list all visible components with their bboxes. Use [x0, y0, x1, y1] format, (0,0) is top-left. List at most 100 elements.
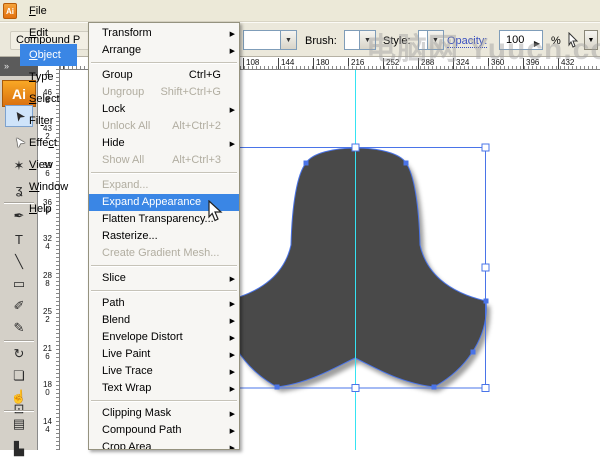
select-similar-cursor-icon	[566, 32, 580, 48]
menu-item-transform[interactable]: Transform▶	[89, 25, 239, 42]
menu-item-label: Unlock All	[102, 120, 150, 132]
menubar-item-view[interactable]: View	[20, 154, 77, 176]
hruler-number: 108	[243, 58, 259, 69]
menubar-item-effect[interactable]: Effect	[20, 132, 77, 154]
menubar-item-select[interactable]: Select	[20, 88, 77, 110]
submenu-arrow-icon: ▶	[230, 364, 235, 381]
dropdown-arrow-icon[interactable]: ▼	[280, 31, 296, 49]
graph-tool[interactable]: ▙	[5, 438, 33, 460]
menu-item-label: Group	[102, 69, 133, 81]
menubar-item-help[interactable]: Help	[20, 198, 77, 220]
menu-item-shortcut: Alt+Ctrl+2	[172, 118, 221, 135]
menu-item-label: Create Gradient Mesh...	[102, 247, 219, 259]
appearance-dropdown[interactable]: ▼	[243, 30, 297, 50]
menu-separator	[91, 265, 237, 266]
vruler-number: 288	[43, 272, 52, 288]
menubar-item-type[interactable]: Type	[20, 66, 77, 88]
submenu-arrow-icon: ▶	[230, 271, 235, 288]
menubar-item-edit[interactable]: Edit	[20, 22, 77, 44]
style-dropdown[interactable]: ▼	[418, 30, 444, 50]
menu-separator	[91, 62, 237, 63]
submenu-arrow-icon: ▶	[230, 102, 235, 119]
menubar-item-window[interactable]: Window	[20, 176, 77, 198]
vruler-number: 180	[43, 381, 52, 397]
menu-item-lock[interactable]: Lock▶	[89, 101, 239, 118]
menu-item-live-paint[interactable]: Live Paint ▶	[89, 346, 239, 363]
menu-item-blend[interactable]: Blend▶	[89, 312, 239, 329]
menubar-item-filter[interactable]: Filter	[20, 110, 77, 132]
menu-separator	[91, 172, 237, 173]
menu-item-label: Expand Appearance	[102, 196, 201, 208]
submenu-arrow-icon: ▶	[230, 296, 235, 313]
toolbar-separator	[4, 340, 34, 341]
vruler-number: 216	[43, 345, 52, 361]
menu-item-path[interactable]: Path ▶	[89, 295, 239, 312]
menu-item-label: Slice	[102, 272, 126, 284]
menu-item-label: Live Paint	[102, 348, 150, 360]
type-tool[interactable]: T	[5, 228, 33, 250]
rectangle-tool[interactable]: ▭	[5, 273, 33, 295]
menu-item-create-gradient-mesh: Create Gradient Mesh...	[89, 245, 239, 262]
menu-item-envelope-distort[interactable]: Envelope Distort ▶	[89, 329, 239, 346]
scale-tool[interactable]: ❏	[5, 365, 33, 387]
menu-separator	[91, 400, 237, 401]
brush-label: Brush:	[305, 35, 337, 47]
vruler-number: 144	[43, 418, 52, 434]
toolbar-separator	[4, 410, 34, 411]
select-similar-button[interactable]	[563, 30, 583, 50]
menu-item-label: Expand...	[102, 179, 148, 191]
hruler-number: 432	[558, 58, 574, 69]
mouse-cursor	[207, 200, 224, 225]
symbol-sprayer-tool[interactable]: ▤	[5, 413, 33, 435]
menu-item-crop-area[interactable]: Crop Area▶	[89, 439, 239, 450]
opacity-link[interactable]: Opacity:	[447, 35, 487, 48]
paintbrush-tool[interactable]: ✐	[5, 295, 33, 317]
menu-item-arrange[interactable]: Arrange▶	[89, 42, 239, 59]
submenu-arrow-icon: ▶	[230, 136, 235, 153]
brush-dropdown[interactable]: ▼	[344, 30, 376, 50]
menu-item-shortcut: Alt+Ctrl+3	[172, 152, 221, 169]
menu-item-hide[interactable]: Hide▶	[89, 135, 239, 152]
submenu-arrow-icon: ▶	[230, 381, 235, 398]
menu-item-compound-path[interactable]: Compound Path▶	[89, 422, 239, 439]
menu-item-rasterize[interactable]: Rasterize...	[89, 228, 239, 245]
dropdown-arrow-icon[interactable]: ▼	[427, 31, 443, 49]
menubar-item-file[interactable]: File	[20, 0, 77, 22]
menu-item-clipping-mask[interactable]: Clipping Mask▶	[89, 405, 239, 422]
symbol-sprayer-tool-icon: ▤	[13, 416, 25, 432]
menu-item-label: Envelope Distort	[102, 331, 183, 343]
rotate-tool[interactable]: ↻	[5, 343, 33, 365]
menu-item-slice[interactable]: Slice ▶	[89, 270, 239, 287]
vruler-number: 324	[43, 235, 52, 251]
percent-label: %	[551, 35, 561, 47]
menu-item-label: Text Wrap	[102, 382, 151, 394]
menu-item-label: Show All	[102, 154, 144, 166]
menu-item-label: Compound Path	[102, 424, 182, 436]
select-similar-dropdown[interactable]: ▼	[584, 30, 598, 50]
appearance-dropdown-field	[244, 31, 280, 49]
menu-item-ungroup: UngroupShift+Ctrl+G	[89, 84, 239, 101]
opacity-spinner-icon[interactable]: ▶	[534, 35, 540, 53]
menubar-item-object[interactable]: Object	[20, 44, 77, 66]
object-menu-dropdown: Transform▶Arrange▶ GroupCtrl+GUngroupShif…	[88, 22, 240, 450]
submenu-arrow-icon: ▶	[230, 347, 235, 364]
menu-item-live-trace[interactable]: Live Trace▶	[89, 363, 239, 380]
dropdown-arrow-icon[interactable]: ▼	[359, 31, 375, 49]
line-tool[interactable]: ╲	[5, 251, 33, 273]
pencil-tool[interactable]: ✎	[5, 317, 33, 339]
menu-item-label: Path	[102, 297, 125, 309]
menu-item-label: Ungroup	[102, 86, 144, 98]
graph-tool-icon: ▙	[14, 441, 24, 457]
paintbrush-tool-icon: ✐	[14, 298, 25, 314]
rectangle-tool-icon: ▭	[13, 276, 25, 292]
menu-item-group[interactable]: GroupCtrl+G	[89, 67, 239, 84]
illustrator-app-icon: Ai	[3, 3, 17, 19]
pencil-tool-icon: ✎	[14, 320, 25, 336]
submenu-arrow-icon: ▶	[230, 43, 235, 60]
brush-dropdown-field	[345, 31, 359, 49]
submenu-arrow-icon: ▶	[230, 330, 235, 347]
vruler-number: 252	[43, 308, 52, 324]
menu-item-text-wrap[interactable]: Text Wrap ▶	[89, 380, 239, 397]
submenu-arrow-icon: ▶	[230, 313, 235, 330]
opacity-input[interactable]: 100 ▶	[499, 30, 543, 50]
